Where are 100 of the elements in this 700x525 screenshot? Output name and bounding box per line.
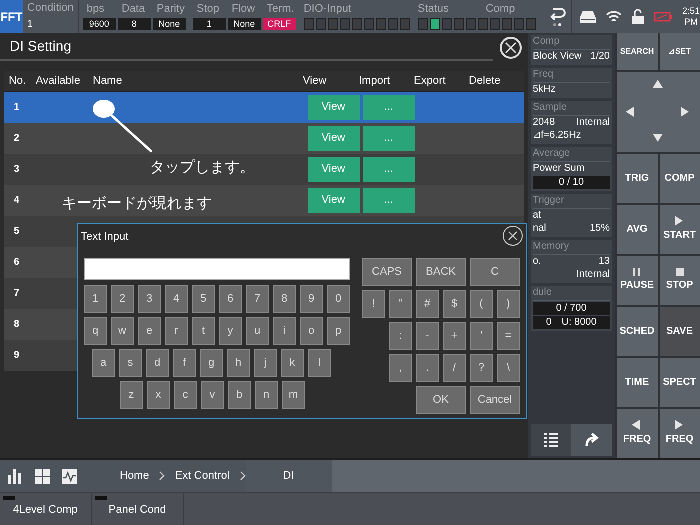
column-header: Name xyxy=(92,74,124,89)
keyboard-key[interactable]: z xyxy=(120,381,143,409)
keyboard-key[interactable]: ) xyxy=(497,290,520,318)
control-button[interactable]: TRIG xyxy=(617,154,658,203)
import-button[interactable]: ... xyxy=(362,95,415,120)
control-button[interactable]: SAVE xyxy=(660,307,700,356)
keyboard-key[interactable]: v xyxy=(201,381,224,409)
keyboard-key[interactable]: q xyxy=(84,317,107,345)
keyboard-key[interactable]: p xyxy=(327,317,350,345)
keyboard-key[interactable]: 7 xyxy=(246,285,269,313)
control-button[interactable]: SPECT xyxy=(660,358,700,407)
keyboard-key[interactable]: w xyxy=(111,317,134,345)
keyboard-key[interactable]: . xyxy=(416,354,439,382)
keyboard-key[interactable]: 2 xyxy=(111,285,134,313)
control-button[interactable]: SCHED xyxy=(617,307,658,356)
keyboard-key[interactable]: C xyxy=(470,258,520,286)
import-button[interactable]: ... xyxy=(362,188,415,213)
bottom-tab[interactable]: Panel Cond xyxy=(92,493,184,525)
close-icon[interactable] xyxy=(503,226,523,246)
keyboard-key[interactable]: CAPS xyxy=(362,258,412,286)
control-button[interactable]: FREQ xyxy=(617,409,658,458)
view-button[interactable]: View xyxy=(308,157,360,182)
keyboard-key[interactable]: o xyxy=(300,317,323,345)
keyboard-key[interactable]: b xyxy=(228,381,251,409)
keyboard-key[interactable]: c xyxy=(174,381,197,409)
waveform-icon[interactable] xyxy=(62,468,77,484)
keyboard-key[interactable]: 3 xyxy=(138,285,161,313)
table-row[interactable]: 4 キーボードが現れます View ... xyxy=(4,185,524,216)
keyboard-key[interactable]: - xyxy=(416,322,439,350)
keyboard-key[interactable]: BACK xyxy=(416,258,466,286)
row-number: 8 xyxy=(14,318,20,332)
keyboard-key[interactable]: , xyxy=(389,354,412,382)
import-button[interactable]: ... xyxy=(362,157,415,182)
control-button[interactable]: ⊿SET xyxy=(660,33,700,70)
keyboard-key[interactable]: i xyxy=(273,317,296,345)
keyboard-key[interactable]: n xyxy=(255,381,278,409)
column-header: Export xyxy=(413,74,447,89)
keyboard-key[interactable]: y xyxy=(219,317,242,345)
keyboard-key[interactable]: j xyxy=(254,349,277,377)
keyboard-key[interactable]: t xyxy=(192,317,215,345)
grid-icon[interactable] xyxy=(35,468,50,484)
keyboard-key[interactable]: x xyxy=(147,381,170,409)
control-button[interactable]: SEARCH xyxy=(617,33,658,70)
table-row[interactable]: 2 View ... xyxy=(4,123,524,154)
keyboard-key[interactable]: 9 xyxy=(300,285,323,313)
close-icon[interactable] xyxy=(500,37,522,59)
control-button[interactable]: FREQ xyxy=(660,409,700,458)
keyboard-key[interactable]: 0 xyxy=(327,285,350,313)
keyboard-key[interactable]: l xyxy=(308,349,331,377)
control-button[interactable]: PAUSE xyxy=(617,256,658,305)
bottom-tab[interactable]: 4Level Comp xyxy=(0,493,92,525)
keyboard-key[interactable]: e xyxy=(138,317,161,345)
keyboard-key[interactable]: 4 xyxy=(165,285,188,313)
keyboard-key[interactable]: OK xyxy=(416,386,466,414)
keyboard-key[interactable]: m xyxy=(282,381,305,409)
import-button[interactable]: ... xyxy=(362,126,415,151)
control-button[interactable]: START xyxy=(660,205,700,254)
keyboard-key[interactable]: ' xyxy=(470,322,493,350)
keyboard-key[interactable]: ? xyxy=(470,354,493,382)
keyboard-key[interactable]: + xyxy=(443,322,466,350)
panel-value: 1/20 xyxy=(590,50,610,63)
arrow-pad[interactable] xyxy=(617,72,700,152)
row-number: 2 xyxy=(14,132,20,146)
view-button[interactable]: View xyxy=(308,95,360,120)
bar-chart-icon[interactable] xyxy=(8,468,23,484)
keyboard-key[interactable]: a xyxy=(92,349,115,377)
keyboard-key[interactable]: " xyxy=(389,290,412,318)
keyboard-key[interactable]: u xyxy=(246,317,269,345)
keyboard-key[interactable]: = xyxy=(497,322,520,350)
control-button[interactable]: COMP xyxy=(660,154,700,203)
table-row[interactable]: 1 View ... xyxy=(4,92,524,123)
keyboard-key[interactable]: h xyxy=(227,349,250,377)
keyboard-key[interactable]: 6 xyxy=(219,285,242,313)
keyboard-key[interactable]: $ xyxy=(443,290,466,318)
list-button[interactable] xyxy=(531,424,571,456)
control-button[interactable]: STOP xyxy=(660,256,700,305)
control-button[interactable]: AVG xyxy=(617,205,658,254)
keyboard-key[interactable]: d xyxy=(146,349,169,377)
keyboard-key[interactable]: 1 xyxy=(84,285,107,313)
table-row[interactable]: 3 タップします。 View ... xyxy=(4,154,524,185)
view-button[interactable]: View xyxy=(308,188,360,213)
keyboard-key[interactable]: g xyxy=(200,349,223,377)
keyboard-key[interactable]: 5 xyxy=(192,285,215,313)
return-arrow-icon[interactable] xyxy=(548,6,567,28)
keyboard-key[interactable]: # xyxy=(416,290,439,318)
keyboard-key[interactable]: s xyxy=(119,349,142,377)
control-button[interactable]: TIME xyxy=(617,358,658,407)
jump-button[interactable] xyxy=(571,424,612,456)
keyboard-key[interactable]: k xyxy=(281,349,304,377)
keyboard-key[interactable]: / xyxy=(443,354,466,382)
keyboard-key[interactable]: 8 xyxy=(273,285,296,313)
keyboard-key[interactable]: Cancel xyxy=(470,386,520,414)
keyboard-key[interactable]: ! xyxy=(362,290,385,318)
text-input-field[interactable] xyxy=(84,258,350,280)
keyboard-key[interactable]: f xyxy=(173,349,196,377)
keyboard-key[interactable]: r xyxy=(165,317,188,345)
keyboard-key[interactable]: ( xyxy=(470,290,493,318)
keyboard-key[interactable]: \ xyxy=(497,354,520,382)
view-button[interactable]: View xyxy=(308,126,360,151)
keyboard-key[interactable]: : xyxy=(389,322,412,350)
